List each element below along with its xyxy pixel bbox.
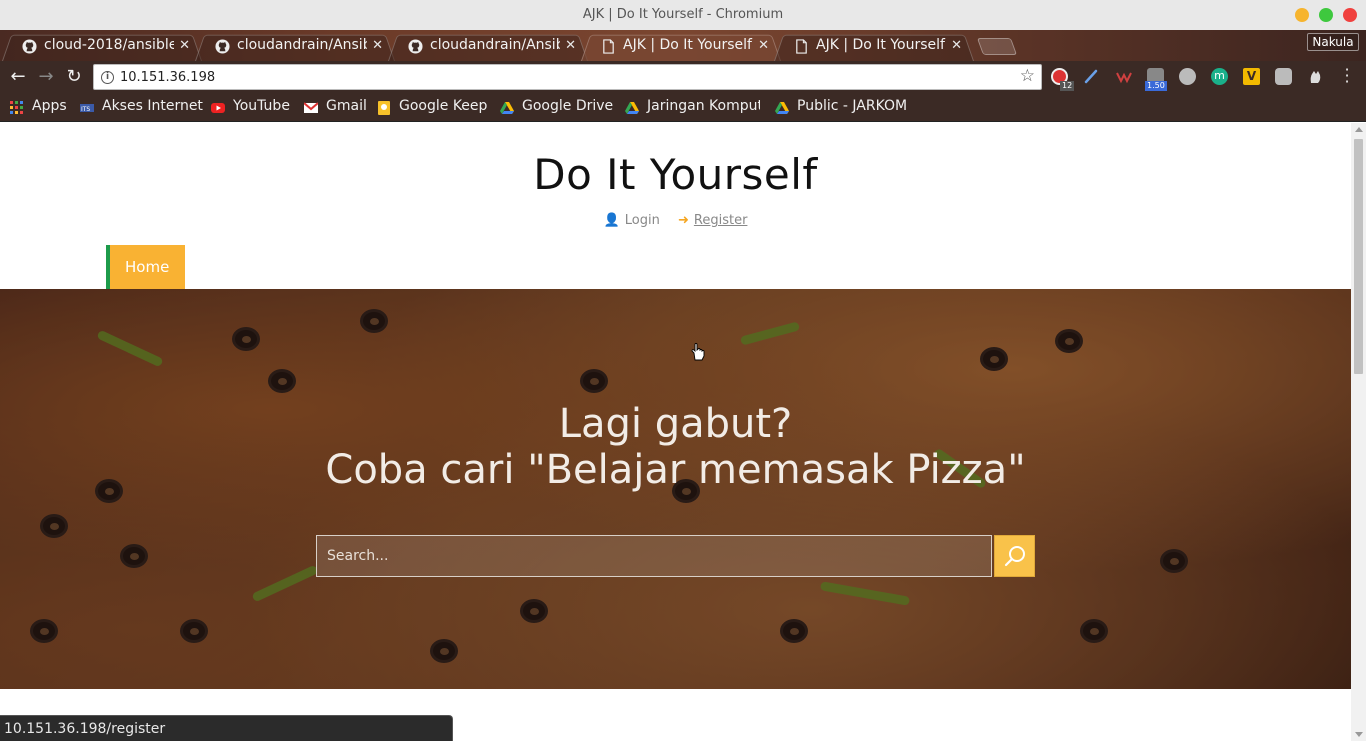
minimize-button[interactable]: [1295, 8, 1309, 22]
document-icon: [796, 39, 807, 54]
mendeley-icon[interactable]: m: [1211, 68, 1228, 85]
tab-label: cloudandrain/Ansible: [237, 37, 367, 53]
drive-icon: [775, 102, 789, 114]
v-extension-icon[interactable]: V: [1243, 68, 1260, 85]
bookmark-label: Apps: [32, 98, 67, 114]
chat-extension-icon[interactable]: [1275, 68, 1292, 85]
hand-cursor-icon: [691, 343, 705, 361]
tab-close-icon[interactable]: ✕: [372, 38, 383, 53]
bookmark-label: Jaringan Komputer: [647, 98, 760, 114]
bookmark-star-icon[interactable]: ☆: [1020, 66, 1035, 86]
bookmark-label: Akses Internet: [102, 98, 203, 114]
site-title: Do It Yourself: [533, 150, 818, 199]
bookmark-label: Gmail: [326, 98, 367, 114]
tab-1[interactable]: cloud-2018/ansible ✕: [2, 32, 202, 61]
tab-close-icon[interactable]: ✕: [758, 38, 769, 53]
wappalyzer-icon[interactable]: [1115, 68, 1132, 85]
profile-button[interactable]: Nakula: [1307, 33, 1359, 51]
hero-banner: Lagi gabut? Coba cari "Belajar memasak P…: [0, 289, 1351, 689]
gmail-icon: [304, 102, 318, 113]
tab-label: AJK | Do It Yourself: [623, 37, 752, 53]
hero-subheading: Coba cari "Belajar memasak Pizza": [325, 447, 1026, 493]
tab-2[interactable]: cloudandrain/Ansible ✕: [195, 32, 395, 61]
url-text[interactable]: 10.151.36.198: [120, 70, 215, 85]
tab-3[interactable]: cloudandrain/Ansible ✕: [388, 32, 588, 61]
new-tab-button[interactable]: [976, 38, 1018, 55]
bookmark-jaringan-komputer[interactable]: Jaringan Komputer: [625, 98, 760, 118]
scroll-up-icon[interactable]: [1355, 127, 1363, 132]
tab-label: cloudandrain/Ansible: [430, 37, 560, 53]
tab-close-icon[interactable]: ✕: [565, 38, 576, 53]
its-icon: ITS: [80, 104, 94, 113]
reload-icon[interactable]: ↻: [64, 67, 84, 87]
register-link[interactable]: ➜ Register: [678, 213, 747, 228]
scroll-down-icon[interactable]: [1355, 732, 1363, 737]
arrow-right-icon: ➜: [677, 213, 689, 228]
tab-5[interactable]: AJK | Do It Yourself ✕: [774, 32, 974, 61]
page-scrollbar[interactable]: [1351, 123, 1366, 741]
browser-toolbar: ← → ↻ i 10.151.36.198 ☆ 12 1.50 m V · · ·: [0, 61, 1366, 93]
scrollbar-thumb[interactable]: [1354, 139, 1363, 374]
tab-label: AJK | Do It Yourself: [816, 37, 945, 53]
maximize-button[interactable]: [1319, 8, 1333, 22]
github-icon: [215, 39, 230, 54]
hand-extension-icon[interactable]: [1307, 68, 1324, 85]
apps-grid-icon: [10, 101, 23, 114]
svg-text:ITS: ITS: [81, 106, 90, 113]
cloud-extension-icon[interactable]: [1179, 68, 1196, 85]
drive-icon: [500, 102, 514, 114]
document-icon: [603, 39, 614, 54]
bookmarks-bar: Apps ITS Akses Internet YouTube Gmail Go…: [0, 93, 1366, 122]
bookmark-label: Google Drive: [522, 98, 614, 114]
user-icon: 👤: [603, 213, 620, 228]
search-icon: [1004, 546, 1025, 567]
keep-icon: [378, 101, 390, 115]
login-link[interactable]: 👤 Login: [604, 213, 660, 228]
youtube-icon: [211, 103, 225, 113]
github-icon: [22, 39, 37, 54]
tab-label: cloud-2018/ansible: [44, 37, 174, 53]
extension-count-badge: 1.50: [1145, 81, 1167, 91]
github-icon: [408, 39, 423, 54]
info-icon[interactable]: i: [101, 71, 114, 84]
tab-strip: cloud-2018/ansible ✕ cloudandrain/Ansibl…: [0, 30, 1366, 61]
bookmark-label: YouTube: [233, 98, 290, 114]
hero-heading: Lagi gabut?: [558, 401, 793, 447]
tab-close-icon[interactable]: ✕: [951, 38, 962, 53]
address-bar[interactable]: i 10.151.36.198 ☆: [93, 64, 1042, 90]
bookmark-label: Google Keep: [399, 98, 488, 114]
auth-links: 👤 Login ➜ Register: [0, 213, 1351, 228]
extension-count-badge: 12: [1060, 81, 1075, 91]
window-title: AJK | Do It Yourself - Chromium: [582, 7, 784, 22]
forward-arrow-icon[interactable]: →: [36, 67, 56, 87]
tab-close-icon[interactable]: ✕: [179, 38, 190, 53]
back-arrow-icon[interactable]: ←: [8, 67, 28, 87]
drive-icon: [625, 102, 639, 114]
search-input[interactable]: Search...: [316, 535, 992, 577]
nav-home-button[interactable]: Home: [106, 245, 185, 289]
browser-menu-icon[interactable]: · · ·: [1341, 62, 1353, 90]
window-titlebar: AJK | Do It Yourself - Chromium: [0, 0, 1366, 30]
tab-4[interactable]: AJK | Do It Yourself ✕: [581, 32, 781, 61]
search-button[interactable]: [994, 535, 1035, 577]
status-bar: 10.151.36.198/register: [0, 715, 453, 741]
close-window-button[interactable]: [1343, 8, 1357, 22]
pen-extension-icon[interactable]: [1083, 68, 1100, 85]
web-page: Do It Yourself 👤 Login ➜ Register Home Lag…: [0, 123, 1351, 741]
bookmark-label: Public - JARKOM: [797, 98, 908, 114]
